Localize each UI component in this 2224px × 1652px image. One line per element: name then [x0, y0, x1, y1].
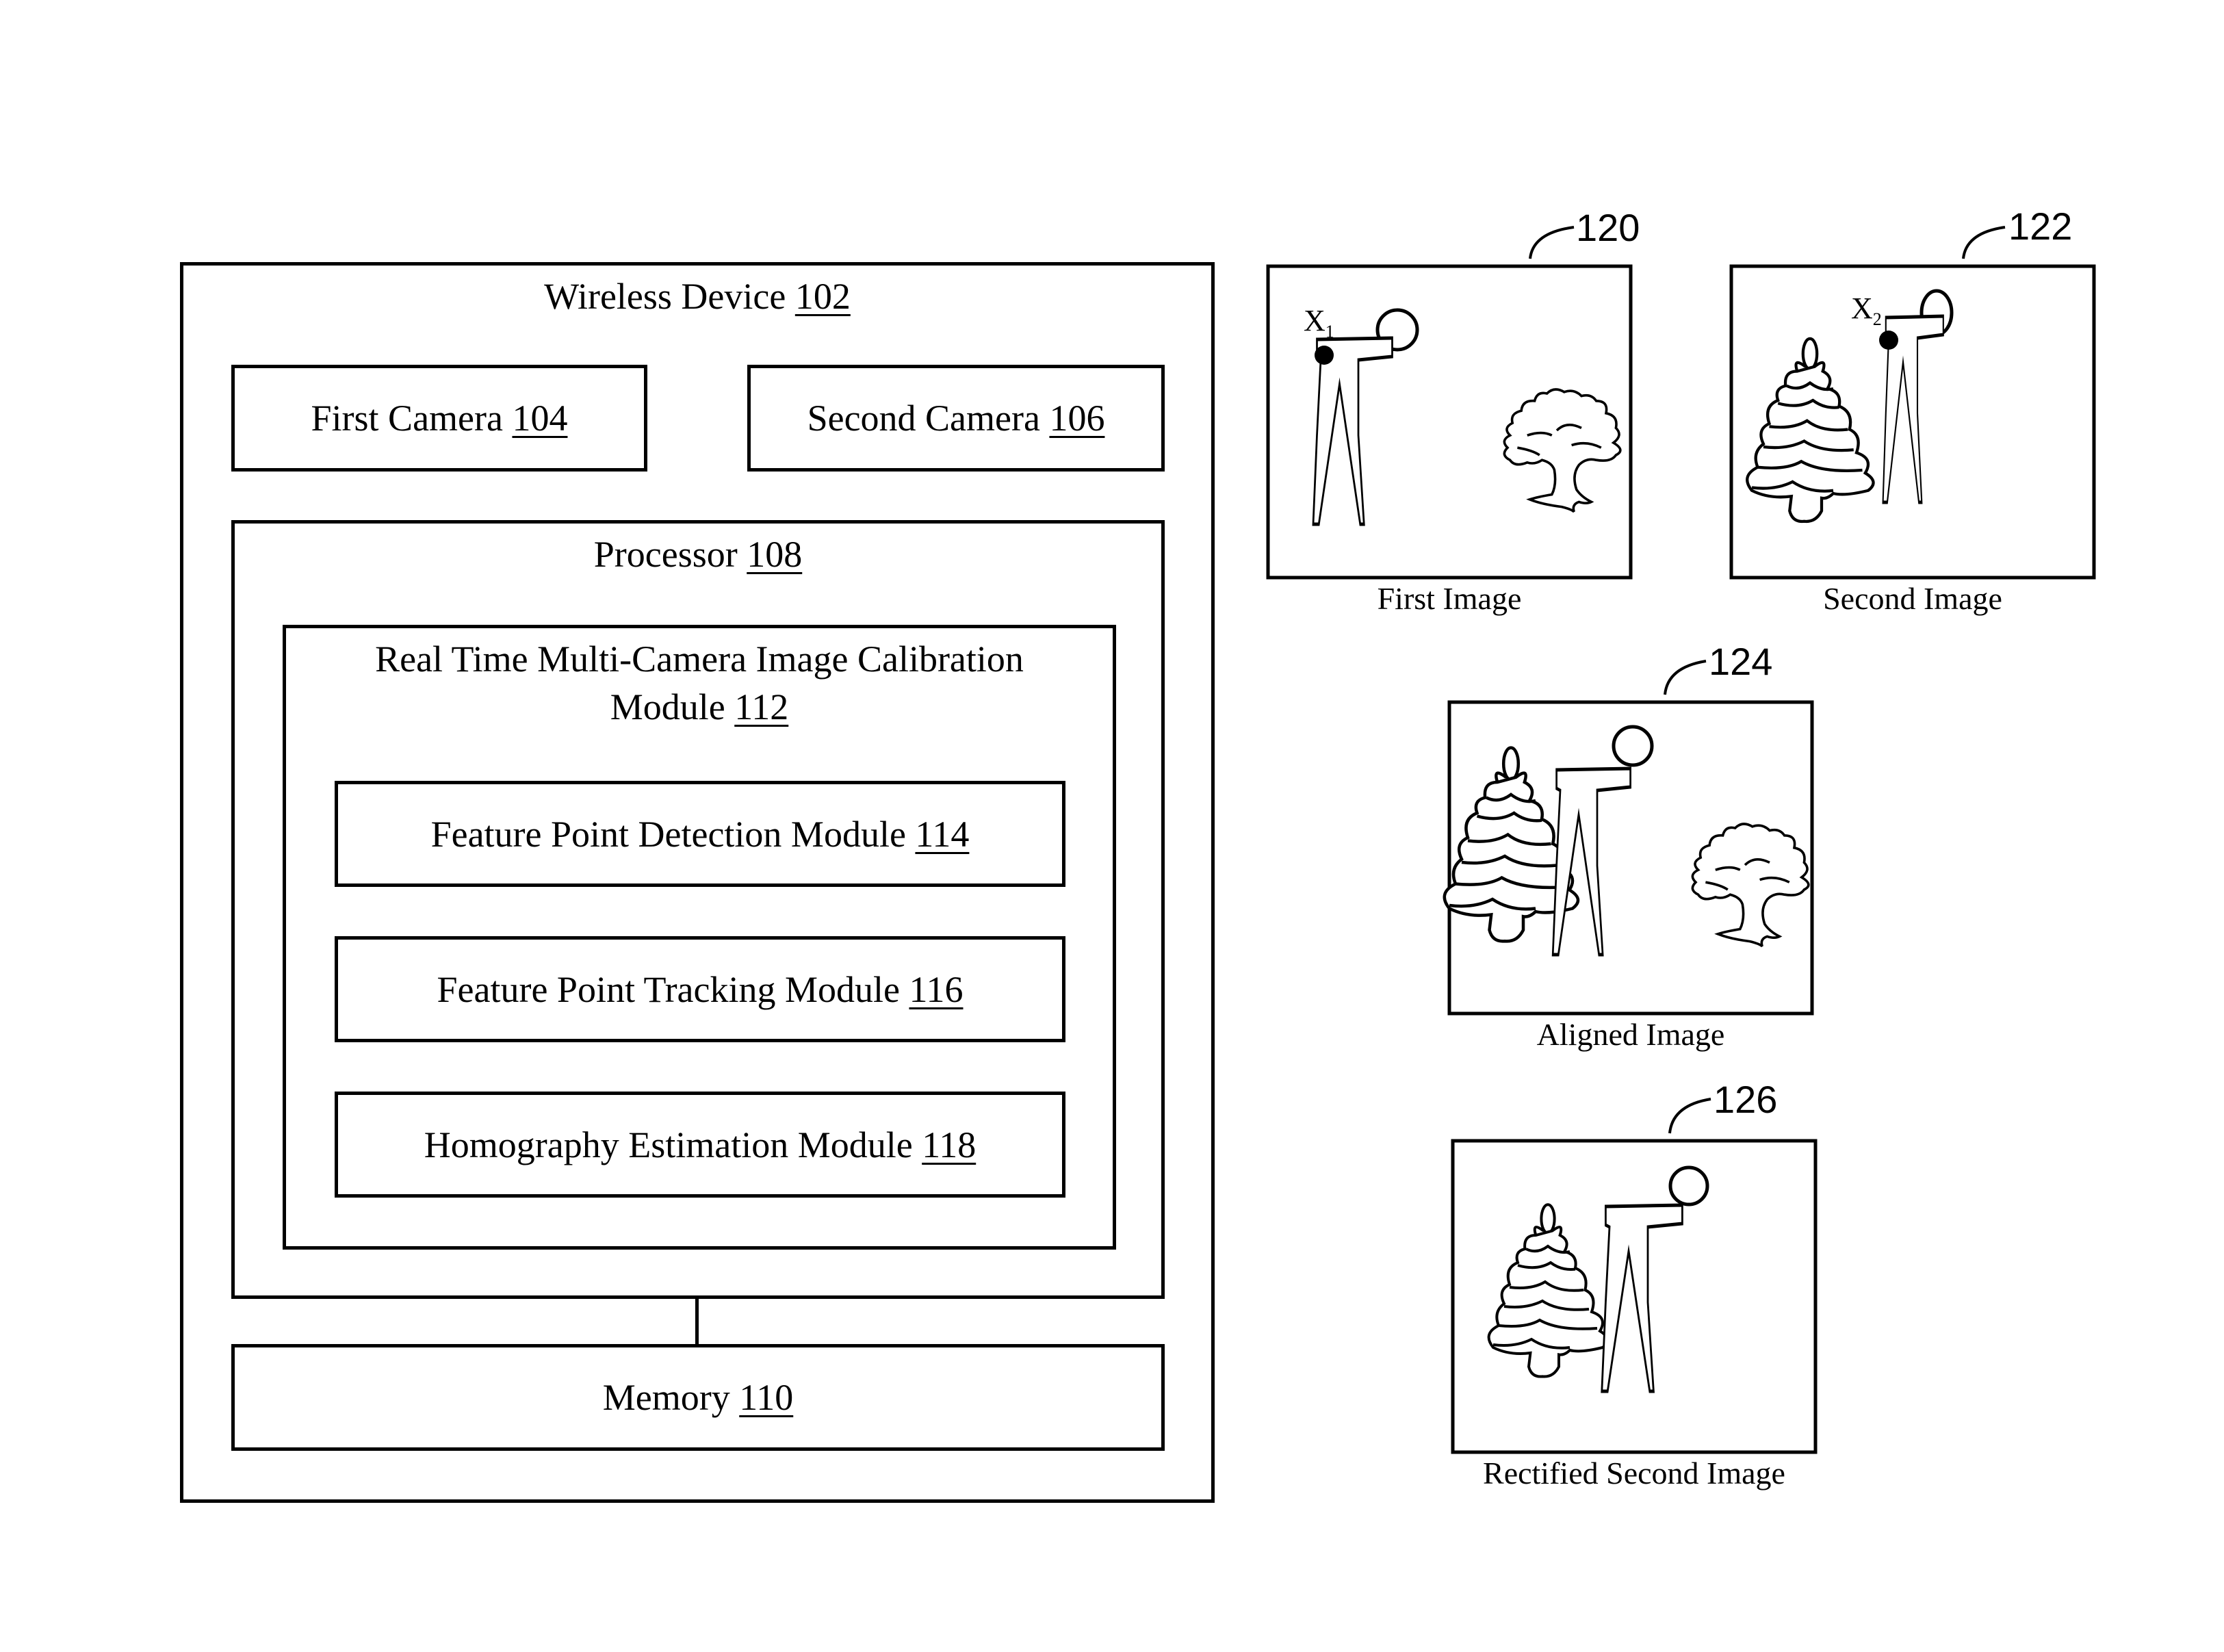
processor-label: Processor 108	[235, 530, 1161, 578]
memory-ref: 110	[739, 1377, 794, 1418]
second-image-caption: Second Image	[1823, 581, 2002, 616]
feature-point-x2	[1879, 331, 1898, 350]
homography-estimation-ref: 118	[922, 1124, 977, 1165]
memory-title: Memory	[602, 1377, 730, 1418]
aligned-image-frame	[1447, 700, 1814, 1016]
wireless-device-label: Wireless Device 102	[183, 272, 1211, 320]
first-image-panel	[1266, 226, 1633, 580]
first-image-caption: First Image	[1377, 581, 1522, 616]
homography-estimation-title: Homography Estimation Module	[424, 1124, 913, 1165]
second-camera-ref: 106	[1049, 398, 1105, 439]
processor-ref: 108	[747, 534, 803, 575]
aligned-image-panel	[1445, 660, 1814, 1016]
person-icon	[1883, 289, 1954, 502]
deciduous-tree-icon	[1691, 823, 1810, 948]
calibration-module-title-line1: Real Time Multi-Camera Image Calibration	[375, 638, 1024, 680]
rectified-second-image-leader-line	[1668, 1098, 1711, 1134]
calibration-module-label: Real Time Multi-Camera Image Calibration…	[286, 635, 1113, 731]
first-camera-box: First Camera 104	[231, 365, 647, 472]
wireless-device-title: Wireless Device	[544, 276, 786, 317]
aligned-image-leader-line	[1664, 660, 1707, 695]
wireless-device-ref: 102	[794, 276, 851, 317]
x2-letter: X	[1851, 292, 1873, 325]
rectified-second-image-ref: 126	[1714, 1078, 1778, 1121]
rectified-second-image-panel	[1451, 1098, 1818, 1454]
pine-tree-icon	[1489, 1204, 1608, 1376]
first-camera-label: First Camera 104	[235, 397, 644, 439]
person-icon	[1602, 1165, 1709, 1391]
second-image-panel	[1729, 226, 2096, 580]
x2-subscript: 2	[1872, 309, 1882, 329]
feature-point-tracking-title: Feature Point Tracking Module	[437, 968, 900, 1010]
feature-point-detection-title: Feature Point Detection Module	[430, 813, 906, 855]
second-camera-label: Second Camera 106	[751, 397, 1161, 439]
second-camera-box: Second Camera 106	[747, 365, 1165, 472]
memory-label: Memory 110	[235, 1376, 1161, 1419]
homography-estimation-module-box: Homography Estimation Module 118	[335, 1092, 1065, 1198]
first-image-ref: 120	[1576, 206, 1640, 249]
aligned-image-caption: Aligned Image	[1536, 1017, 1725, 1052]
calibration-module-ref: 112	[734, 686, 789, 727]
feature-point-x1-label: X1	[1304, 303, 1334, 342]
first-camera-title: First Camera	[311, 398, 503, 439]
first-camera-ref: 104	[512, 398, 568, 439]
rectified-second-image-caption: Rectified Second Image	[1483, 1456, 1785, 1490]
processor-memory-connector	[695, 1295, 699, 1346]
second-image-leader-line	[1962, 226, 2006, 259]
memory-box: Memory 110	[231, 1344, 1165, 1451]
deciduous-tree-icon	[1503, 388, 1622, 513]
processor-title: Processor	[593, 534, 738, 575]
aligned-image-ref: 124	[1709, 640, 1773, 683]
feature-point-x1	[1315, 346, 1334, 365]
feature-point-detection-ref: 114	[915, 813, 970, 855]
first-image-leader-line	[1529, 226, 1575, 259]
second-image-ref: 122	[2008, 205, 2073, 248]
feature-point-tracking-ref: 116	[909, 968, 964, 1010]
feature-point-x2-label: X2	[1851, 291, 1882, 330]
pine-tree-icon	[1747, 339, 1873, 521]
person-icon	[1313, 308, 1419, 524]
feature-point-detection-module-label: Feature Point Detection Module 114	[338, 813, 1062, 855]
rectified-second-image-frame	[1451, 1139, 1818, 1454]
pine-tree-icon	[1445, 748, 1578, 942]
calibration-module-title-line2: Module 112	[286, 683, 1113, 731]
feature-point-detection-module-box: Feature Point Detection Module 114	[335, 781, 1065, 887]
feature-point-tracking-module-label: Feature Point Tracking Module 116	[338, 968, 1062, 1011]
x1-letter: X	[1304, 304, 1326, 337]
calibration-module-title-word: Module	[610, 686, 725, 727]
second-image-frame	[1729, 264, 2096, 580]
second-camera-title: Second Camera	[807, 398, 1040, 439]
homography-estimation-module-label: Homography Estimation Module 118	[338, 1124, 1062, 1166]
x1-subscript: 1	[1325, 321, 1334, 341]
person-icon	[1553, 725, 1654, 955]
feature-point-tracking-module-box: Feature Point Tracking Module 116	[335, 936, 1065, 1042]
